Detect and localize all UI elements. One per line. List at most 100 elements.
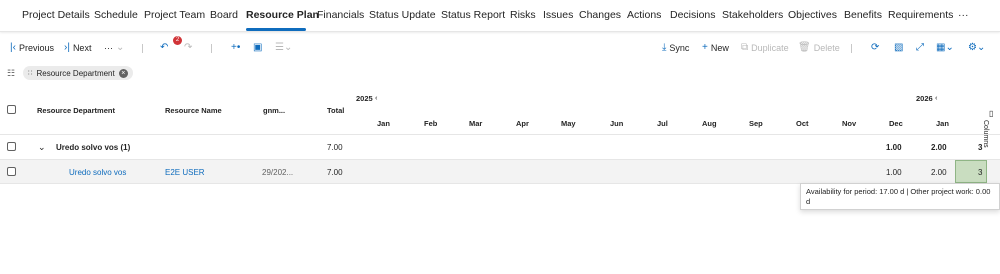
tab-schedule[interactable]: Schedule [94,9,138,21]
gear-icon: ⚙⌄ [968,42,986,53]
trash-icon: 🗑 [798,42,811,53]
group-by-icon[interactable]: ☷ [7,68,15,79]
chip-grid-icon: ∷ [28,69,33,77]
tab-risks[interactable]: Risks [510,9,536,21]
remove-chip-icon[interactable]: × [118,68,128,78]
plus-icon: + [702,42,708,53]
tab-benefits[interactable]: Benefits [844,9,882,21]
column-header-department[interactable]: Resource Department [37,106,115,115]
select-all-checkbox[interactable] [7,105,16,114]
redo-button[interactable]: ↷ [184,43,192,53]
sync-label: Sync [669,43,690,53]
undo-icon: ↶ [160,42,169,53]
tab-decisions[interactable]: Decisions [670,9,716,21]
new-button[interactable]: + New [702,42,729,54]
redo-icon: ↷ [184,42,193,53]
column-header-name[interactable]: Resource Name [165,106,222,115]
row-resource-name-link[interactable]: E2E USER [165,168,205,177]
tab-board[interactable]: Board [210,9,238,21]
year-label-2025: 2025 [356,94,373,103]
group-row-checkbox[interactable] [7,142,16,151]
month-header: Jan [936,119,949,128]
month-header: Nov [842,119,857,128]
column-header-gnm[interactable]: gnm... [263,106,285,115]
duplicate-button[interactable]: ⧉ Duplicate [741,42,789,54]
undo-count-badge: 2 [173,36,182,45]
row-jan-cell[interactable]: 2.00 [931,168,947,177]
month-header: Mar [469,119,483,128]
tab-project-details[interactable]: Project Details [22,9,90,21]
add-sparkle-icon: +• [231,42,241,53]
more-actions-button[interactable]: ··· ⌄ [104,43,124,54]
next-button[interactable]: ›| Next [64,42,92,54]
view-options-button[interactable]: ☰⌄ [275,43,292,53]
previous-button[interactable]: |‹ Previous [10,42,54,54]
row-total: 7.00 [327,168,343,177]
chevron-left-icon[interactable]: ‹ [935,93,938,102]
month-header: Jun [610,119,624,128]
duplicate-icon: ⧉ [741,42,749,53]
new-label: New [710,43,729,53]
panel-icon: ▣ [253,42,263,53]
duplicate-label: Duplicate [751,43,789,53]
month-header: Sep [749,119,763,128]
panel-toggle-button[interactable]: ▣ [253,43,262,53]
delete-label: Delete [813,43,840,53]
table-row[interactable] [0,160,1000,183]
sync-button[interactable]: ⤓ Sync [662,42,690,54]
chart-button[interactable]: ▧ [894,43,903,53]
row-gnm-value: 29/202... [262,168,294,177]
tab-status-report[interactable]: Status Report [441,9,505,21]
collapse-chevron-icon[interactable]: ⌄ [38,142,46,153]
group-row-label: Uredo solvo vos (1) [56,143,131,152]
month-header: Feb [424,119,438,128]
download-icon: ⤓ [662,42,667,53]
delete-button[interactable]: 🗑 Delete [798,42,840,54]
active-tab-indicator [246,28,306,31]
group-row-next: 3 [978,143,983,152]
tab-changes[interactable]: Changes [579,9,621,21]
row-department-link[interactable]: Uredo solvo vos [69,168,126,177]
settings-button[interactable]: ⚙⌄ [968,43,985,53]
excel-export-button[interactable]: ▦⌄ [936,43,954,53]
next-icon: ›| [64,42,70,53]
month-header: Jul [657,119,668,128]
tab-resource-plan[interactable]: Resource Plan [246,9,319,21]
expand-icon: ⤢ [916,42,924,53]
list-view-icon: ☰⌄ [275,42,293,53]
bar-chart-icon: ▧ [894,42,904,53]
tab-bar: Project Details Schedule Project Team Bo… [0,0,1000,32]
month-header: Dec [889,119,903,128]
group-by-chip[interactable]: ∷ Resource Department × [23,66,133,80]
next-label: Next [72,43,92,53]
tab-objectives[interactable]: Objectives [788,9,837,21]
tab-status-update[interactable]: Status Update [369,9,436,21]
tab-issues[interactable]: Issues [543,9,573,21]
year-label-2026: 2026 [916,94,933,103]
availability-tooltip: Availability for period: 17.00 d | Other… [800,183,1000,210]
refresh-button[interactable]: ⟳ [871,43,879,53]
row-dec-cell[interactable]: 1.00 [886,168,902,177]
row-checkbox[interactable] [7,167,16,176]
add-row-button[interactable]: +• [231,43,240,53]
more-tabs-button[interactable]: ··· [958,9,969,21]
chevron-left-icon[interactable]: ‹ [375,93,378,102]
row-next-cell[interactable]: 3 [978,168,982,177]
expand-button[interactable]: ⤢ [916,43,924,53]
month-header: Aug [702,119,717,128]
undo-button[interactable]: ↶ [160,43,168,53]
excel-icon: ▦⌄ [936,42,954,53]
tab-requirements[interactable]: Requirements [888,9,953,21]
previous-icon: |‹ [10,42,16,53]
tab-financials[interactable]: Financials [317,9,364,21]
tab-stakeholders[interactable]: Stakeholders [722,9,783,21]
column-header-total[interactable]: Total [327,106,344,115]
tab-project-team[interactable]: Project Team [144,9,205,21]
header-divider [0,134,1000,135]
more-label: ··· [104,43,113,53]
chip-label: Resource Department [36,68,115,78]
previous-label: Previous [18,43,54,53]
month-header: Apr [516,119,529,128]
toolbar-divider [142,44,143,53]
tab-actions[interactable]: Actions [627,9,661,21]
